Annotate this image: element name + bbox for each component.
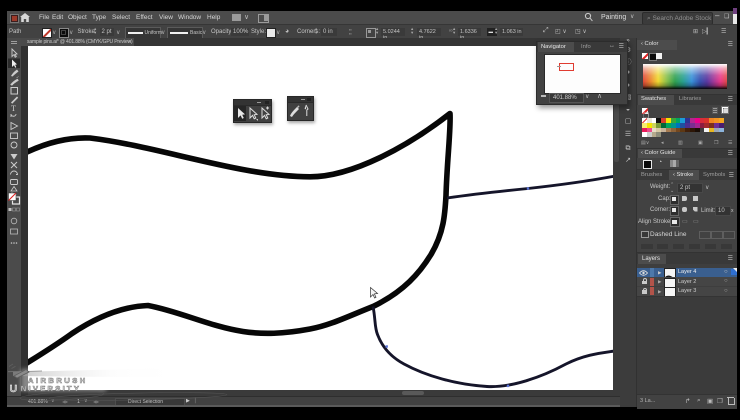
svg-text:U: U: [10, 383, 18, 395]
svg-text:T: T: [11, 104, 16, 113]
